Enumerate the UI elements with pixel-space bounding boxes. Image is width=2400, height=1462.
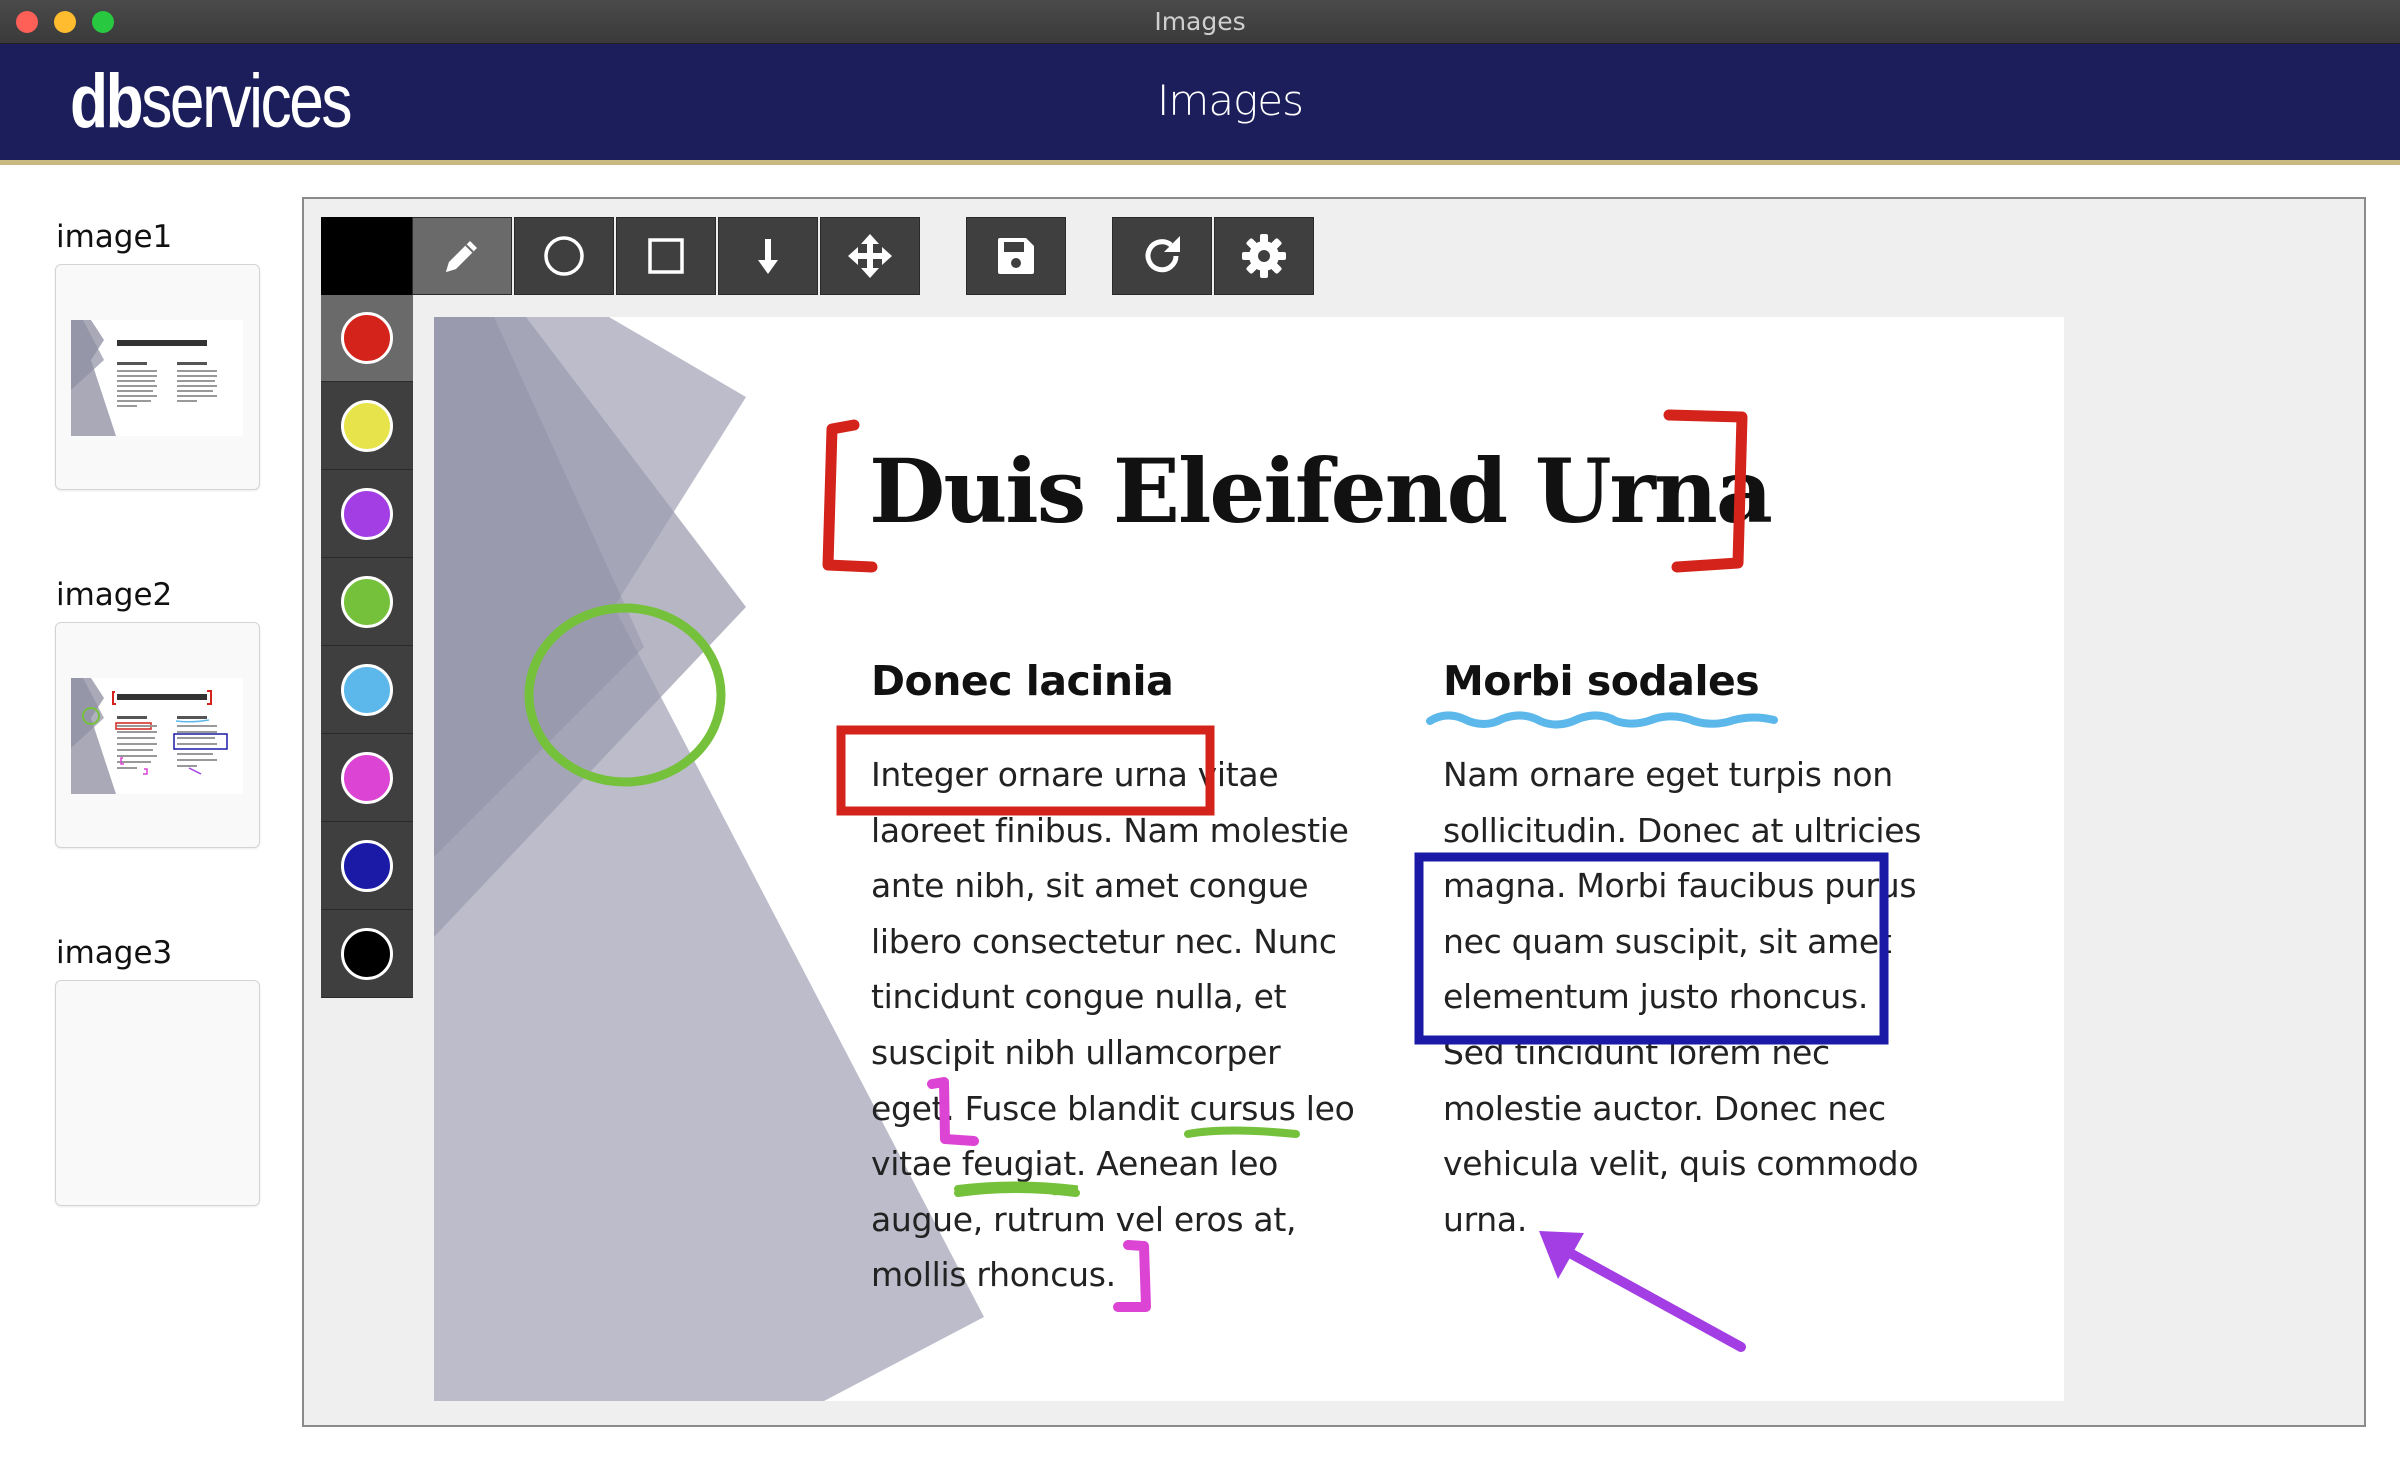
swatch-dot (341, 400, 393, 452)
thumbnail-label-image1: image1 (56, 219, 173, 255)
page-title: Images (1157, 76, 1304, 125)
color-swatch-black[interactable] (321, 911, 413, 998)
arrow-down-icon (758, 239, 778, 274)
color-swatch-magenta[interactable] (321, 735, 413, 822)
arrow-tool-button[interactable] (718, 217, 818, 295)
pencil-tool-button[interactable] (412, 217, 512, 295)
green-circle-annotation (524, 603, 726, 787)
redo-button[interactable] (1112, 217, 1212, 295)
move-icon (848, 234, 892, 278)
square-icon (648, 238, 684, 274)
purple-arrow-line (1554, 1242, 1746, 1352)
thumbnail-preview (71, 320, 243, 436)
color-swatch-purple[interactable] (321, 471, 413, 558)
logo-bold-text: db (70, 59, 144, 144)
color-swatch-light-blue[interactable] (321, 647, 413, 734)
window-title: Images (1154, 7, 1246, 36)
save-icon (998, 238, 1034, 274)
gear-icon (1242, 234, 1286, 278)
swatch-dot (341, 488, 393, 540)
app-logo: dbservices (70, 58, 353, 145)
thumbnail-image2[interactable] (55, 622, 260, 848)
redo-icon (1145, 236, 1180, 273)
color-swatch-dark-blue[interactable] (321, 823, 413, 910)
circle-icon (544, 236, 584, 276)
thumbnail-image3[interactable] (55, 980, 260, 1206)
drawing-canvas[interactable]: Duis Eleifend Urna Donec lacinia Morbi s… (434, 317, 2064, 1401)
color-swatch-green[interactable] (321, 559, 413, 646)
color-swatch-yellow[interactable] (321, 383, 413, 470)
save-button[interactable] (966, 217, 1066, 295)
window-titlebar: Images (0, 0, 2400, 44)
current-color-indicator (321, 217, 412, 295)
swatch-dot (341, 840, 393, 892)
red-bracket-left (822, 419, 878, 573)
thumbnail-label-image2: image2 (56, 577, 173, 613)
swatch-dot (341, 576, 393, 628)
pencil-icon (446, 241, 477, 272)
swatch-dot (341, 752, 393, 804)
swatch-dot (341, 312, 393, 364)
app-header: dbservices Images (0, 44, 2400, 165)
thumbnail-label-image3: image3 (56, 935, 173, 971)
color-swatch-red[interactable] (321, 295, 413, 382)
annotation-layer (524, 409, 1889, 1352)
settings-button[interactable] (1214, 217, 1314, 295)
logo-rest-text: services (141, 59, 352, 144)
thumbnail-image1[interactable] (55, 264, 260, 490)
green-underline-cursus (1184, 1126, 1300, 1138)
color-palette (321, 295, 413, 998)
circle-tool-button[interactable] (514, 217, 614, 295)
swatch-dot (341, 928, 393, 980)
magenta-bracket-close (1113, 1240, 1151, 1312)
green-underline-feugiat-stroke (954, 1185, 1080, 1197)
swatch-dot (341, 664, 393, 716)
rectangle-tool-button[interactable] (616, 217, 716, 295)
red-bracket-right (1663, 409, 1748, 573)
thumbnail-preview (71, 678, 243, 794)
blue-wavy-underline (1426, 711, 1778, 729)
magenta-bracket-open (927, 1077, 979, 1146)
move-tool-button[interactable] (820, 217, 920, 295)
dark-blue-rectangle-annotation (1414, 852, 1889, 1045)
red-rectangle-annotation (836, 725, 1215, 816)
